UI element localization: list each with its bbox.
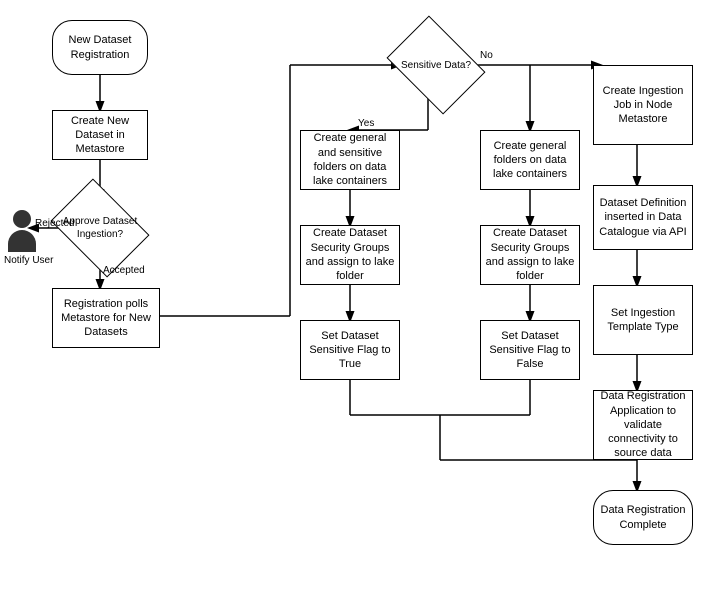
no-label: No [480, 50, 493, 61]
person-icon [8, 210, 36, 252]
create-general-folders-label: Create general folders on data lake cont… [485, 139, 575, 182]
set-sensitive-false-node: Set Dataset Sensitive Flag to False [480, 320, 580, 380]
security-groups-sensitive-label: Create Dataset Security Groups and assig… [305, 226, 395, 283]
sensitive-data-node: Sensitive Data? [396, 35, 476, 95]
registration-polls-node: Registration polls Metastore for New Dat… [52, 288, 160, 348]
create-general-sensitive-label: Create general and sensitive folders on … [305, 131, 395, 188]
data-registration-complete-node: Data Registration Complete [593, 490, 693, 545]
data-registration-complete-label: Data Registration Complete [598, 503, 688, 532]
data-registration-app-node: Data Registration Application to validat… [593, 390, 693, 460]
sensitive-data-label: Sensitive Data? [401, 59, 471, 72]
create-general-folders-node: Create general folders on data lake cont… [480, 130, 580, 190]
notify-user-label: Notify User [4, 255, 53, 266]
create-new-dataset-label: Create New Dataset in Metastore [57, 114, 143, 157]
approve-ingestion-label: Approve Dataset Ingestion? [60, 215, 140, 241]
registration-polls-label: Registration polls Metastore for New Dat… [57, 297, 155, 340]
create-ingestion-job-label: Create Ingestion Job in Node Metastore [598, 84, 688, 127]
set-sensitive-true-label: Set Dataset Sensitive Flag to True [305, 329, 395, 372]
create-new-dataset-node: Create New Dataset in Metastore [52, 110, 148, 160]
flowchart-diagram: New Dataset Registration Create New Data… [0, 0, 718, 616]
data-registration-app-label: Data Registration Application to validat… [598, 389, 688, 460]
new-dataset-reg-label: New Dataset Registration [57, 33, 143, 62]
security-groups-sensitive-node: Create Dataset Security Groups and assig… [300, 225, 400, 285]
set-ingestion-template-node: Set Ingestion Template Type [593, 285, 693, 355]
new-dataset-registration-node: New Dataset Registration [52, 20, 148, 75]
yes-label: Yes [358, 118, 374, 129]
create-general-sensitive-node: Create general and sensitive folders on … [300, 130, 400, 190]
dataset-definition-node: Dataset Definition inserted in Data Cata… [593, 185, 693, 250]
accepted-label: Accepted [103, 265, 145, 276]
set-sensitive-true-node: Set Dataset Sensitive Flag to True [300, 320, 400, 380]
approve-ingestion-node: Approve Dataset Ingestion? [60, 198, 140, 258]
security-groups-general-node: Create Dataset Security Groups and assig… [480, 225, 580, 285]
dataset-definition-label: Dataset Definition inserted in Data Cata… [598, 196, 688, 239]
set-sensitive-false-label: Set Dataset Sensitive Flag to False [485, 329, 575, 372]
security-groups-general-label: Create Dataset Security Groups and assig… [485, 226, 575, 283]
set-ingestion-template-label: Set Ingestion Template Type [598, 306, 688, 335]
create-ingestion-job-node: Create Ingestion Job in Node Metastore [593, 65, 693, 145]
